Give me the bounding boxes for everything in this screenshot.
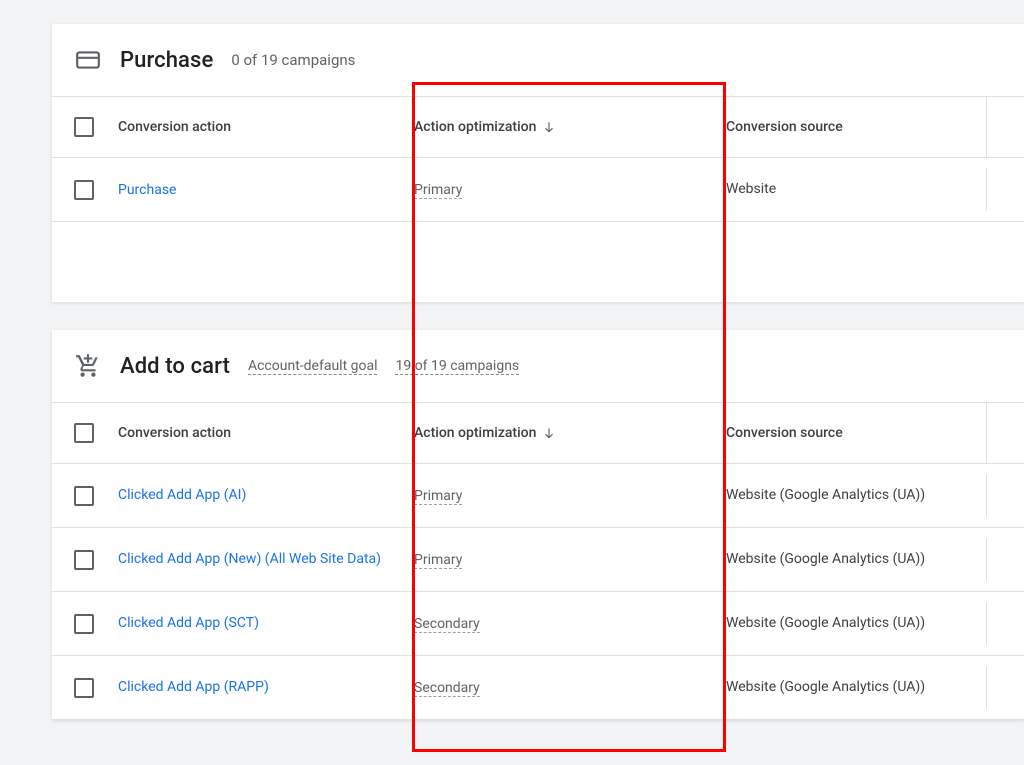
campaign-count-badge: 0 of 19 campaigns: [231, 51, 355, 69]
optimization-label[interactable]: Primary: [414, 552, 462, 569]
col-conversion-source[interactable]: Conversion source: [726, 425, 986, 441]
row-checkbox[interactable]: [74, 550, 94, 570]
table-row: Purchase Primary Website: [52, 158, 1024, 222]
col-action-optimization[interactable]: Action optimization: [414, 119, 726, 135]
purchase-section: Purchase 0 of 19 campaigns Conversion ac…: [52, 24, 1024, 302]
col-conversion-action[interactable]: Conversion action: [118, 119, 414, 135]
col-conversion-action[interactable]: Conversion action: [118, 425, 414, 441]
credit-card-icon: [74, 46, 102, 74]
select-all-checkbox[interactable]: [74, 117, 94, 137]
col-conversion-source[interactable]: Conversion source: [726, 119, 986, 135]
campaign-count-badge[interactable]: 19 of 19 campaigns: [395, 358, 519, 375]
conversion-source: Website: [726, 180, 986, 199]
conversion-source: Website (Google Analytics (UA)): [726, 486, 986, 505]
section-header: Add to cart Account-default goal 19 of 1…: [52, 330, 1024, 402]
spacer: [52, 222, 1024, 302]
conversion-source: Website (Google Analytics (UA)): [726, 678, 986, 697]
table-row: Clicked Add App (New) (All Web Site Data…: [52, 528, 1024, 592]
conversion-action-link[interactable]: Purchase: [118, 182, 176, 198]
row-checkbox[interactable]: [74, 486, 94, 506]
select-all-checkbox[interactable]: [74, 423, 94, 443]
optimization-label[interactable]: Primary: [414, 182, 462, 199]
arrow-down-icon: [542, 120, 556, 134]
table-header: Conversion action Action optimization Co…: [52, 402, 1024, 464]
arrow-down-icon: [542, 426, 556, 440]
conversion-source: Website (Google Analytics (UA)): [726, 614, 986, 633]
row-checkbox[interactable]: [74, 614, 94, 634]
section-header: Purchase 0 of 19 campaigns: [52, 24, 1024, 96]
extra-column: [986, 403, 1024, 463]
table-row: Clicked Add App (AI) Primary Website (Go…: [52, 464, 1024, 528]
section-title: Add to cart: [120, 354, 230, 379]
row-checkbox[interactable]: [74, 180, 94, 200]
conversion-action-link[interactable]: Clicked Add App (AI): [118, 487, 246, 503]
optimization-label[interactable]: Secondary: [414, 616, 480, 633]
add-to-cart-icon: [74, 352, 102, 380]
row-checkbox[interactable]: [74, 678, 94, 698]
extra-column: [986, 97, 1024, 157]
table-row: Clicked Add App (RAPP) Secondary Website…: [52, 656, 1024, 720]
conversion-action-link[interactable]: Clicked Add App (SCT): [118, 615, 259, 631]
conversion-action-link[interactable]: Clicked Add App (New) (All Web Site Data…: [118, 551, 381, 567]
table-row: Clicked Add App (SCT) Secondary Website …: [52, 592, 1024, 656]
conversion-source: Website (Google Analytics (UA)): [726, 550, 986, 569]
account-default-goal-badge[interactable]: Account-default goal: [248, 358, 378, 375]
col-action-optimization[interactable]: Action optimization: [414, 425, 726, 441]
section-title: Purchase: [120, 48, 213, 73]
optimization-label[interactable]: Primary: [414, 488, 462, 505]
table-header: Conversion action Action optimization Co…: [52, 96, 1024, 158]
optimization-label[interactable]: Secondary: [414, 680, 480, 697]
add-to-cart-section: Add to cart Account-default goal 19 of 1…: [52, 330, 1024, 720]
conversion-action-link[interactable]: Clicked Add App (RAPP): [118, 679, 269, 695]
